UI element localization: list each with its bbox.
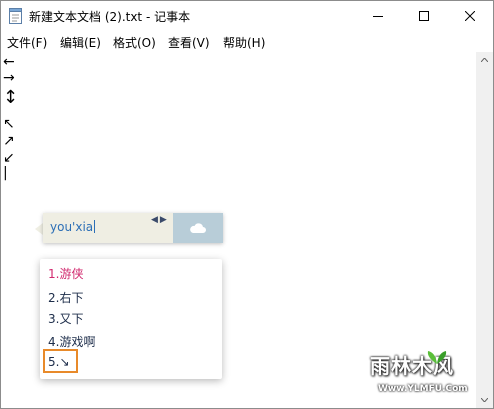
candidate-item[interactable]: 4.游戏啊 [48, 333, 95, 350]
candidate-item[interactable]: 1.游侠 [48, 265, 83, 282]
ime-cloud-panel[interactable] [173, 213, 223, 243]
editor-line: ↗ [3, 133, 15, 149]
notepad-icon [9, 8, 22, 24]
ime-candidate-list: 1.游侠 2.右下 3.又下 4.游戏啊 5.↘ [40, 259, 222, 379]
menu-bar: 文件(F) 编辑(E) 格式(O) 查看(V) 帮助(H) [1, 31, 493, 51]
minimize-button[interactable] [355, 1, 401, 31]
menu-format[interactable]: 格式(O) [113, 34, 156, 51]
maximize-icon [419, 11, 429, 21]
leaf-icon [427, 351, 447, 364]
maximize-button[interactable] [401, 1, 447, 31]
editor-line: | [3, 165, 8, 181]
menu-help[interactable]: 帮助(H) [223, 34, 265, 51]
editor-line: ↕ [3, 87, 19, 108]
candidate-highlight-box [43, 349, 78, 373]
close-icon [465, 11, 475, 21]
ime-composition-bar: you'xia ◀▶ [43, 213, 223, 243]
editor-line: ↖ [3, 116, 15, 132]
ime-pointer [35, 223, 43, 235]
menu-edit[interactable]: 编辑(E) [60, 34, 101, 51]
candidate-item[interactable]: 2.右下 [48, 289, 83, 306]
candidate-item[interactable]: 3.又下 [48, 310, 83, 327]
minimize-icon [373, 16, 383, 17]
ime-composition-text: you'xia [50, 220, 96, 234]
editor-line: ← [3, 54, 15, 70]
editor-line: → [3, 70, 15, 86]
editor-line: ↙ [3, 150, 15, 166]
title-bar[interactable]: 新建文本文档 (2).txt - 记事本 [1, 1, 493, 31]
menu-view[interactable]: 查看(V) [168, 34, 210, 51]
watermark-url: Www.YLMFU.Com [378, 384, 468, 394]
watermark-logo: 雨林木风 Www.YLMFU.Com [342, 350, 490, 402]
ime-page-arrows[interactable]: ◀▶ [151, 215, 169, 225]
scroll-up-icon[interactable] [481, 58, 488, 62]
cloud-icon [190, 223, 206, 233]
close-button[interactable] [447, 1, 493, 31]
menu-file[interactable]: 文件(F) [7, 34, 47, 51]
window-title: 新建文本文档 (2).txt - 记事本 [29, 10, 191, 24]
